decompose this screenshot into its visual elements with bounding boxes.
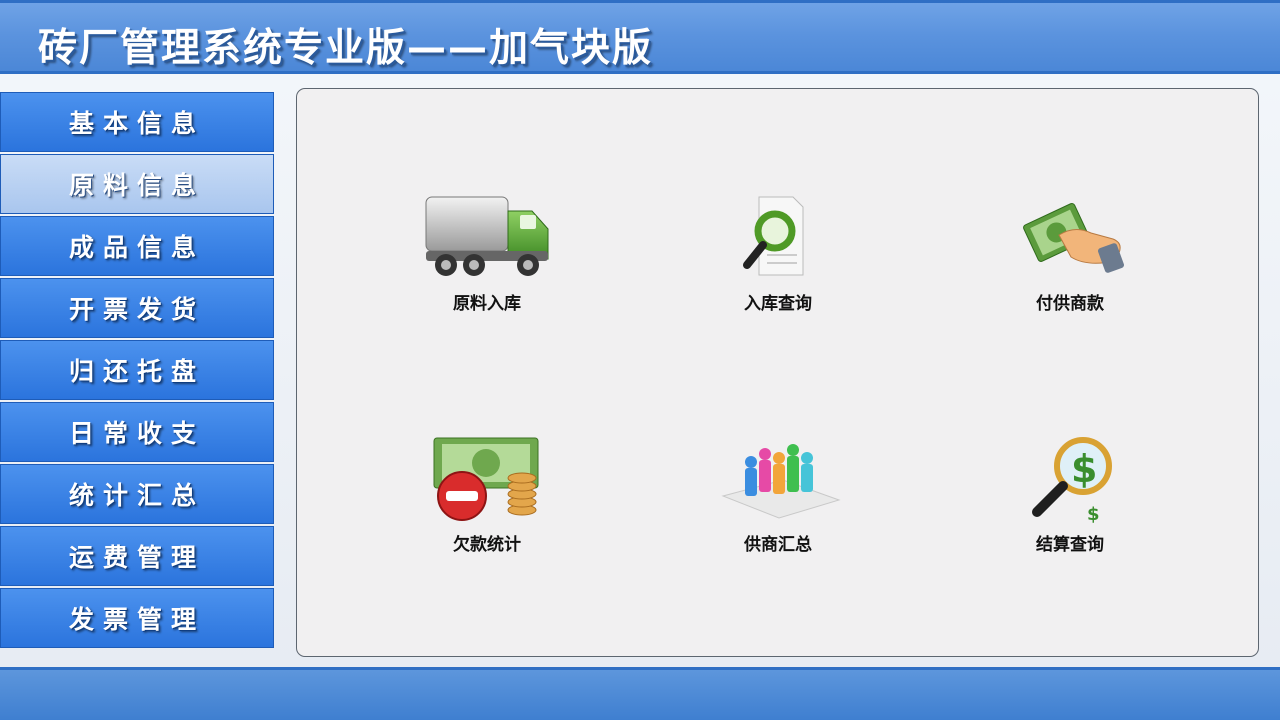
svg-text:$: $ [1087, 504, 1100, 524]
app-title: 砖厂管理系统专业版——加气块版 [38, 26, 654, 71]
tile-inbound-query[interactable]: 入库查询 [688, 193, 868, 323]
sidebar-item-statistics[interactable]: 统计汇总 [0, 464, 274, 524]
tile-supplier-summary[interactable]: 供商汇总 [688, 434, 868, 564]
sidebar-item-freight[interactable]: 运费管理 [0, 526, 274, 586]
tile-settlement-query[interactable]: $ $ 结算查询 [980, 434, 1160, 564]
tile-label: 付供商款 [1036, 294, 1104, 314]
tile-pay-supplier[interactable]: 付供商款 [980, 193, 1160, 323]
tile-label: 原料入库 [453, 294, 521, 314]
sidebar-item-raw-material-info[interactable]: 原料信息 [0, 154, 274, 214]
app-window: 砖厂管理系统专业版——加气块版 基本信息 原料信息 成品信息 开票发货 归还托盘… [0, 0, 1280, 720]
sidebar-item-basic-info[interactable]: 基本信息 [0, 92, 274, 152]
sidebar-item-daily-income-expense[interactable]: 日常收支 [0, 402, 274, 462]
tile-raw-material-inbound[interactable]: 原料入库 [397, 193, 577, 323]
tile-label: 入库查询 [744, 294, 812, 314]
money-hand-icon [1023, 202, 1124, 273]
sidebar-item-invoice-management[interactable]: 发票管理 [0, 588, 274, 648]
footer-bar [0, 667, 1280, 720]
people-chart-icon [721, 444, 841, 519]
tile-label: 供商汇总 [744, 535, 812, 555]
tile-debt-statistics[interactable]: 欠款统计 [397, 434, 577, 564]
svg-text:$: $ [1071, 447, 1097, 491]
tile-label: 结算查询 [1036, 535, 1104, 555]
tile-label: 欠款统计 [453, 535, 521, 555]
header-bar: 砖厂管理系统专业版——加气块版 [0, 0, 1280, 74]
sidebar-nav: 基本信息 原料信息 成品信息 开票发货 归还托盘 日常收支 统计汇总 运费管理 … [0, 92, 274, 650]
sidebar-item-return-pallets[interactable]: 归还托盘 [0, 340, 274, 400]
sidebar-item-invoice-shipping[interactable]: 开票发货 [0, 278, 274, 338]
main-panel: 原料入库 入库查询 付供商款 欠款统计 供商汇总 $ $ 结算查询 [296, 88, 1259, 657]
truck-icon [425, 196, 549, 276]
sidebar-item-product-info[interactable]: 成品信息 [0, 216, 274, 276]
document-search-icon [743, 196, 804, 276]
money-minus-icon [433, 437, 539, 521]
dollar-search-icon: $ $ [1032, 437, 1112, 524]
